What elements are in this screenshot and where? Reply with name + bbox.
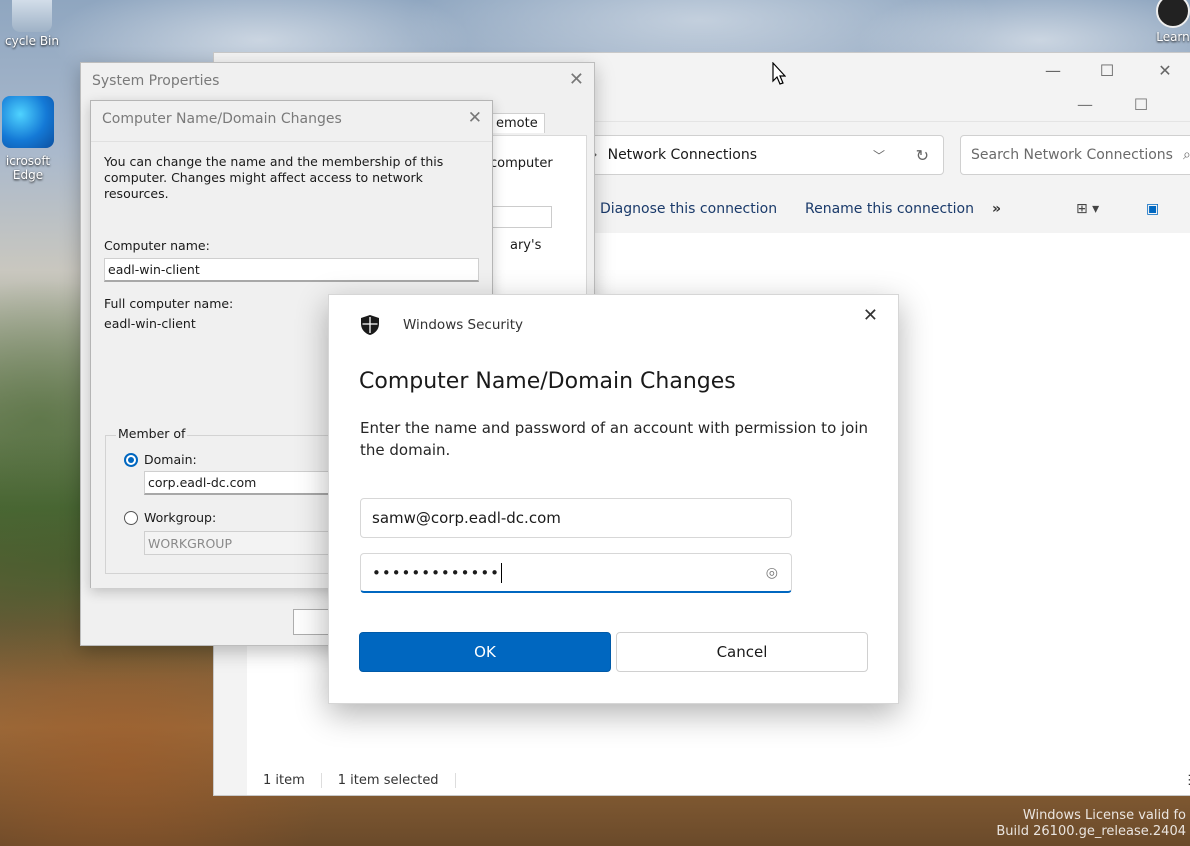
search-placeholder: Search Network Connections	[971, 147, 1173, 163]
tab-remote[interactable]: emote	[489, 113, 545, 133]
username-value: samw@corp.eadl-dc.com	[372, 509, 561, 527]
maximize-icon[interactable]: ☐	[1084, 53, 1130, 87]
inner-maximize-icon[interactable]: ☐	[1118, 87, 1164, 121]
address-bar[interactable]: net › Network Connections ﹀ ↻	[544, 135, 944, 175]
text-caret	[501, 562, 503, 583]
edge-label-line2: Edge	[12, 168, 44, 182]
reveal-password-icon[interactable]: ◎	[766, 565, 779, 581]
status-bar: 1 item 1 item selected	[247, 765, 1190, 795]
full-name-label: Full computer name:	[104, 296, 234, 311]
side-text-computer: computer	[490, 156, 553, 171]
status-selected-count: 1 item selected	[322, 772, 456, 788]
desktop-icon-edge[interactable]: icrosoft Edge	[0, 96, 66, 182]
domain-value: corp.eadl-dc.com	[148, 475, 257, 490]
recycle-bin-label: cycle Bin	[5, 34, 59, 48]
watermark-line2: Build 26100.ge_release.2404	[996, 824, 1186, 839]
cancel-button[interactable]: Cancel	[616, 632, 868, 672]
description-field[interactable]	[490, 206, 552, 228]
more-commands-button[interactable]: »	[992, 201, 1001, 217]
minimize-icon[interactable]: —	[1030, 53, 1076, 87]
workgroup-value: WORKGROUP	[148, 535, 232, 551]
app-name: Windows Security	[403, 317, 523, 333]
license-watermark: Windows License valid fo Build 26100.ge_…	[996, 808, 1186, 840]
username-input[interactable]: samw@corp.eadl-dc.com	[360, 498, 792, 538]
learn-label: Learn	[1156, 30, 1190, 44]
computer-name-label: Computer name:	[104, 238, 210, 253]
dialog-header: Windows Security	[361, 315, 523, 335]
desktop-icon-recycle-bin[interactable]: cycle Bin	[0, 0, 72, 48]
mouse-pointer-icon	[772, 62, 786, 85]
learn-icon	[1156, 0, 1190, 28]
dialog-title: Computer Name/Domain Changes	[102, 111, 342, 127]
rename-connection-button[interactable]: Rename this connection	[805, 201, 974, 217]
computer-name-field[interactable]: eadl-win-client	[104, 258, 479, 282]
view-options-icon[interactable]: ⊞ ▾	[1076, 201, 1099, 217]
dialog-heading: Computer Name/Domain Changes	[359, 369, 736, 394]
shield-icon	[361, 315, 379, 335]
recycle-bin-icon	[12, 0, 52, 32]
inner-minimize-icon[interactable]: —	[1062, 87, 1108, 121]
details-pane-icon[interactable]: ▣	[1146, 201, 1159, 217]
search-input[interactable]: Search Network Connections ⌕	[960, 135, 1190, 175]
dialog-message: Enter the name and password of an accoun…	[360, 419, 869, 459]
member-of-label: Member of	[116, 426, 188, 441]
chevron-down-icon[interactable]: ﹀	[873, 147, 885, 164]
workgroup-radio[interactable]	[124, 511, 138, 525]
domain-radio[interactable]	[124, 453, 138, 467]
close-icon[interactable]: ✕	[569, 69, 584, 90]
refresh-icon[interactable]: ↻	[916, 146, 929, 165]
close-icon[interactable]: ✕	[468, 108, 482, 128]
system-properties-title: System Properties	[92, 73, 220, 89]
dialog-description: You can change the name and the membersh…	[104, 154, 444, 201]
edge-label-line1: icrosoft	[5, 154, 51, 168]
workgroup-label: Workgroup:	[144, 510, 217, 525]
search-icon: ⌕	[1183, 147, 1190, 163]
desktop-icon-learn[interactable]: Learn	[1150, 0, 1190, 44]
domain-label: Domain:	[144, 452, 197, 467]
full-name-value: eadl-win-client	[104, 316, 196, 331]
computer-name-value: eadl-win-client	[108, 262, 200, 277]
password-input[interactable]: ••••••••••••• ◎	[360, 553, 792, 593]
edge-icon	[2, 96, 54, 148]
password-value: •••••••••••••	[372, 563, 501, 582]
diagnose-connection-button[interactable]: Diagnose this connection	[600, 201, 777, 217]
side-text-ary: ary's	[510, 238, 542, 253]
windows-security-dialog: Windows Security ✕ Computer Name/Domain …	[328, 294, 899, 704]
status-item-count: 1 item	[247, 772, 322, 788]
watermark-line1: Windows License valid fo	[1022, 808, 1186, 823]
ok-button[interactable]: OK	[359, 632, 611, 672]
close-icon[interactable]: ✕	[1142, 53, 1188, 87]
close-icon[interactable]: ✕	[863, 305, 878, 326]
address-crumb-current[interactable]: Network Connections	[608, 147, 757, 163]
